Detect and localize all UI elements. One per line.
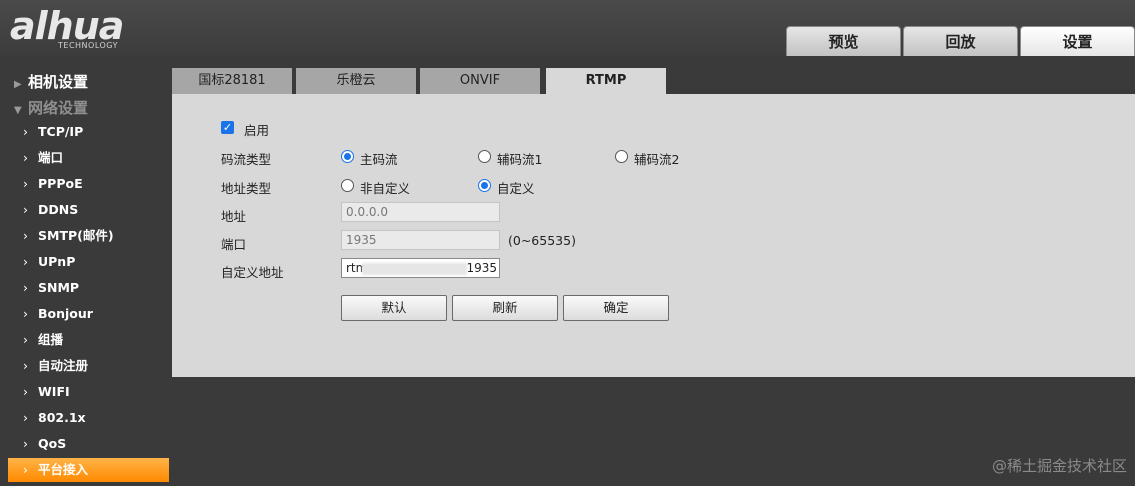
- caret-right-icon: ▶: [14, 79, 22, 90]
- sidebar-item-tcpip[interactable]: › TCP/IP: [8, 120, 169, 144]
- address-type-label: 地址类型: [221, 181, 272, 196]
- sidebar-item-label: 组播: [38, 332, 64, 347]
- sidebar-item-platform-access[interactable]: › 平台接入: [8, 458, 169, 482]
- subtab-gb28181[interactable]: 国标28181: [172, 68, 292, 94]
- sidebar-item-label: SNMP: [38, 280, 80, 295]
- chevron-right-icon: ›: [23, 462, 28, 477]
- sidebar-item-label: UPnP: [38, 254, 76, 269]
- chevron-right-icon: ›: [23, 202, 28, 217]
- chevron-right-icon: ›: [23, 358, 28, 373]
- redacted-region: [362, 263, 467, 275]
- sidebar-item-multicast[interactable]: › 组播: [8, 328, 169, 352]
- custom-address-label: 自定义地址: [221, 265, 284, 280]
- sidebar-item-8021x[interactable]: › 802.1x: [8, 406, 169, 430]
- sidebar-category-label: 网络设置: [28, 99, 89, 117]
- sidebar-item-ddns[interactable]: › DDNS: [8, 198, 169, 222]
- chevron-right-icon: ›: [23, 176, 28, 191]
- chevron-right-icon: ›: [23, 410, 28, 425]
- chevron-right-icon: ›: [23, 436, 28, 451]
- enable-label: 启用: [244, 123, 270, 138]
- site-watermark: @稀土掘金技术社区: [991, 457, 1127, 475]
- sidebar-item-port[interactable]: › 端口: [8, 146, 169, 170]
- enable-checkbox[interactable]: ✓: [221, 121, 234, 134]
- radio-sub-stream-2[interactable]: [615, 150, 628, 163]
- sidebar-item-label: QoS: [38, 436, 67, 451]
- sidebar-item-upnp[interactable]: › UPnP: [8, 250, 169, 274]
- header-bar: alhua TECHNOLOGY 预览 回放 设置: [0, 0, 1135, 56]
- sidebar-item-snmp[interactable]: › SNMP: [8, 276, 169, 300]
- chevron-right-icon: ›: [23, 150, 28, 165]
- address-label: 地址: [221, 209, 247, 224]
- stream-type-label: 码流类型: [221, 152, 272, 167]
- radio-sub-stream-1[interactable]: [478, 150, 491, 163]
- default-button[interactable]: 默认: [341, 295, 447, 321]
- chevron-right-icon: ›: [23, 124, 28, 139]
- sidebar-item-wifi[interactable]: › WIFI: [8, 380, 169, 404]
- port-label: 端口: [221, 237, 247, 252]
- chevron-right-icon: ›: [23, 254, 28, 269]
- radio-custom[interactable]: [478, 179, 491, 192]
- sidebar-item-qos[interactable]: › QoS: [8, 432, 169, 456]
- subtab-rtmp[interactable]: RTMP: [546, 68, 666, 94]
- sidebar-item-smtp[interactable]: › SMTP(邮件): [8, 224, 169, 248]
- sidebar-item-label: Bonjour: [38, 306, 93, 321]
- chevron-right-icon: ›: [23, 280, 28, 295]
- port-range-hint: (0~65535): [508, 233, 576, 248]
- subtab-lechange[interactable]: 乐橙云: [296, 68, 416, 94]
- logo-subtitle: TECHNOLOGY: [58, 41, 118, 50]
- radio-main-stream-label: 主码流: [360, 152, 398, 167]
- chevron-right-icon: ›: [23, 384, 28, 399]
- radio-sub-stream-2-label: 辅码流2: [634, 152, 680, 167]
- tab-playback[interactable]: 回放: [903, 26, 1018, 56]
- radio-sub-stream-1-label: 辅码流1: [497, 152, 543, 167]
- address-input[interactable]: 0.0.0.0: [341, 202, 500, 222]
- sidebar: ▶ 相机设置 ▼ 网络设置 › TCP/IP › 端口 › PPPoE › DDNS › SM…: [0, 56, 172, 486]
- sidebar-item-label: SMTP(邮件): [38, 228, 114, 243]
- sidebar-category-label: 相机设置: [28, 73, 89, 91]
- sidebar-item-label: 802.1x: [38, 410, 86, 425]
- sidebar-item-label: DDNS: [38, 202, 79, 217]
- custom-address-suffix: :1935: [462, 261, 497, 275]
- radio-main-stream[interactable]: [341, 150, 354, 163]
- sidebar-category-network[interactable]: ▼ 网络设置: [14, 97, 88, 118]
- sidebar-item-label: PPPoE: [38, 176, 83, 191]
- chevron-right-icon: ›: [23, 332, 28, 347]
- tab-preview[interactable]: 预览: [786, 26, 901, 56]
- refresh-button[interactable]: 刷新: [452, 295, 558, 321]
- rtmp-settings-panel: [172, 94, 1135, 377]
- radio-non-custom[interactable]: [341, 179, 354, 192]
- sidebar-item-pppoe[interactable]: › PPPoE: [8, 172, 169, 196]
- sidebar-item-bonjour[interactable]: › Bonjour: [8, 302, 169, 326]
- chevron-right-icon: ›: [23, 306, 28, 321]
- radio-non-custom-label: 非自定义: [360, 181, 411, 196]
- tab-settings[interactable]: 设置: [1020, 26, 1135, 56]
- sidebar-item-label: TCP/IP: [38, 124, 84, 139]
- sidebar-item-label: 平台接入: [38, 462, 89, 477]
- port-input[interactable]: 1935: [341, 230, 500, 250]
- confirm-button[interactable]: 确定: [563, 295, 669, 321]
- sidebar-item-label: WIFI: [38, 384, 70, 399]
- sidebar-category-camera[interactable]: ▶ 相机设置: [14, 71, 88, 92]
- chevron-right-icon: ›: [23, 228, 28, 243]
- sidebar-item-label: 端口: [38, 150, 64, 165]
- sidebar-item-label: 自动注册: [38, 358, 89, 373]
- radio-custom-label: 自定义: [497, 181, 535, 196]
- subtab-onvif[interactable]: ONVIF: [420, 68, 540, 94]
- sidebar-item-auto-register[interactable]: › 自动注册: [8, 354, 169, 378]
- caret-down-icon: ▼: [14, 105, 22, 116]
